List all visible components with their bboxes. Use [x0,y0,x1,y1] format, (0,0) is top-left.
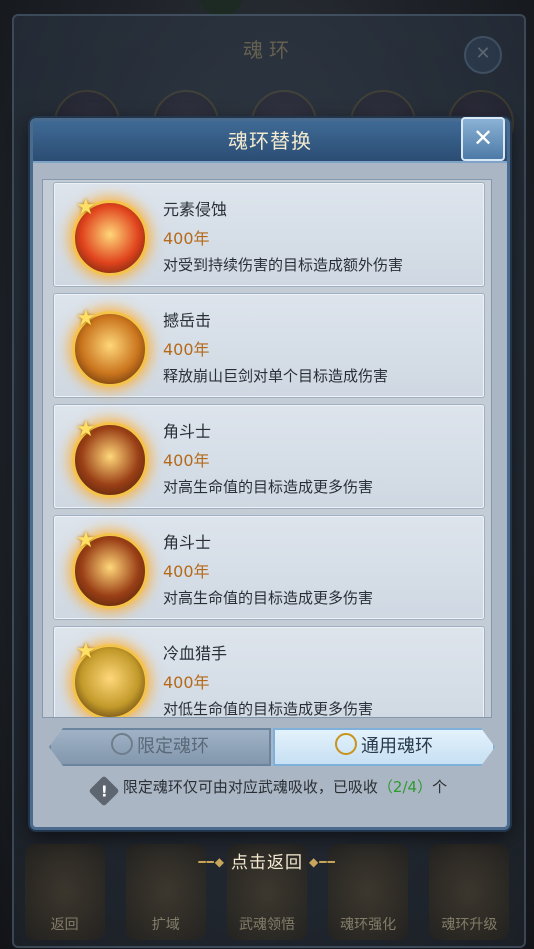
tap-to-return-label: 点击返回 [231,853,303,873]
ornament-left-icon: ━━◆ [198,855,225,869]
background-bottom-tabs: 返回 扩域 武魂领悟 魂环强化 魂环升级 [14,830,520,940]
dialog-title: 魂环替换 [228,129,312,153]
ring-name: 角斗士 [163,422,212,441]
ring-description: 对高生命值的目标造成更多伤害 [163,478,374,496]
tab-limited-label: 限定魂环 [137,736,209,757]
ring-year: 400年 [163,451,210,470]
background-close-icon: ✕ [464,36,502,74]
soul-ring-item[interactable]: ★ 冷血猎手 400年 对低生命值的目标造成更多伤害 [53,626,485,718]
star-icon: ★ [76,306,96,331]
star-icon: ★ [76,639,96,664]
notice-text: 限定魂环仅可由对应武魂吸收，已吸收 [122,778,378,796]
ring-description: 对低生命值的目标造成更多伤害 [163,700,374,718]
absorb-notice: ! 限定魂环仅可由对应武魂吸收，已吸收（2/4）个 [33,775,507,807]
background-title: 魂环 [243,38,295,62]
ring-description: 对受到持续伤害的目标造成额外伤害 [163,256,404,274]
close-button[interactable]: ✕ [461,117,505,161]
ring-year: 400年 [163,229,210,248]
soul-ring-item[interactable]: ★ 撼岳击 400年 释放崩山巨剑对单个目标造成伤害 [53,293,485,398]
tab-general-label: 通用魂环 [361,736,433,757]
soul-ring-list[interactable]: ★ 元素侵蚀 400年 对受到持续伤害的目标造成额外伤害 ★ 撼岳击 400年 … [42,179,492,718]
absorb-count: （2/4） [377,778,433,796]
ring-year: 400年 [163,673,210,692]
soul-ring-item[interactable]: ★ 元素侵蚀 400年 对受到持续伤害的目标造成额外伤害 [53,182,485,287]
ring-name: 角斗士 [163,533,212,552]
ring-description: 释放崩山巨剑对单个目标造成伤害 [163,367,389,385]
ring-name: 元素侵蚀 [163,200,228,219]
warning-icon: ! [88,775,120,807]
ornament-right-icon: ◆━━ [309,855,336,869]
star-icon: ★ [76,528,96,553]
star-icon: ★ [76,417,96,442]
ring-name: 撼岳击 [163,311,212,330]
gold-ring-icon [335,733,357,755]
star-icon: ★ [76,195,96,220]
notice-suffix: 个 [432,778,448,796]
tab-general-soul-ring[interactable]: 通用魂环 [273,728,495,766]
tap-to-return[interactable]: ━━◆ 点击返回 ◆━━ [0,848,534,873]
ring-year: 400年 [163,562,210,581]
ring-outline-icon [111,733,133,755]
tab-limited-soul-ring[interactable]: 限定魂环 [49,728,271,766]
soul-ring-item[interactable]: ★ 角斗士 400年 对高生命值的目标造成更多伤害 [53,515,485,620]
dialog-header: 魂环替换 [33,121,507,163]
soul-ring-replace-dialog: 魂环替换 ✕ ★ 元素侵蚀 400年 对受到持续伤害的目标造成额外伤害 ★ 撼岳… [30,117,510,830]
ring-description: 对高生命值的目标造成更多伤害 [163,589,374,607]
soul-ring-item[interactable]: ★ 角斗士 400年 对高生命值的目标造成更多伤害 [53,404,485,509]
ring-year: 400年 [163,340,210,359]
ring-name: 冷血猎手 [163,644,228,663]
